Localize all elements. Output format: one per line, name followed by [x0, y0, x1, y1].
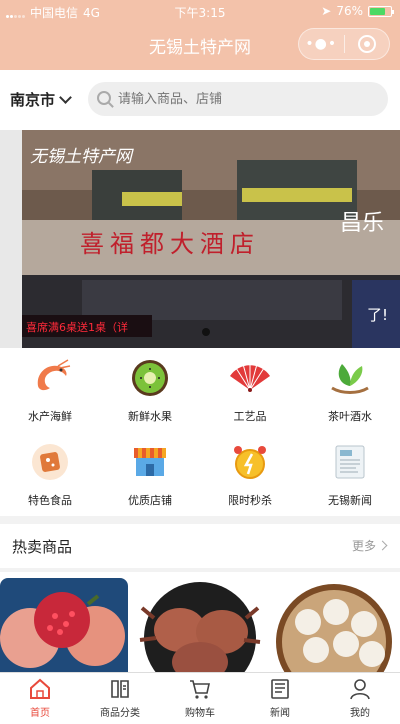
banner-side-text: 了!	[367, 306, 388, 324]
xiaolongbao-image	[272, 578, 400, 672]
chevron-right-icon	[377, 540, 388, 551]
category-item[interactable]: 特色食品	[0, 432, 100, 516]
city-selector[interactable]: 南京市	[10, 89, 72, 110]
category-label: 优质店铺	[128, 494, 172, 507]
close-mini-program-icon[interactable]	[344, 35, 389, 53]
battery-percent: 76%	[336, 4, 363, 18]
location-icon: ➤	[321, 4, 332, 18]
section-title: 热卖商品	[12, 538, 73, 556]
tab-news[interactable]: 新闻	[240, 673, 320, 724]
category-item[interactable]: 优质店铺	[100, 432, 200, 516]
category-grid: 水产海鲜 新鲜水果 工艺品 茶叶酒水 特色食品 优质店铺 限时秒杀 无锡新闻	[0, 348, 400, 516]
kiwi-icon	[132, 360, 168, 396]
category-item[interactable]: 无锡新闻	[300, 432, 400, 516]
news-icon	[335, 445, 365, 479]
category-label: 水产海鲜	[28, 410, 72, 423]
category-item[interactable]: 水产海鲜	[0, 348, 100, 432]
banner-side-text-2: 昌乐	[340, 211, 384, 236]
chevron-down-icon	[59, 90, 72, 104]
category-label: 限时秒杀	[228, 494, 272, 507]
hotel-sign-text: 喜福都大酒店	[80, 230, 260, 258]
product-card[interactable]	[272, 578, 400, 672]
bottom-tab-bar: 首页 商品分类 购物车 新闻 我的	[0, 672, 400, 724]
tab-label: 商品分类	[100, 708, 140, 719]
cart-icon	[190, 680, 210, 699]
category-label: 工艺品	[233, 410, 267, 423]
home-icon	[30, 678, 50, 699]
category-label: 新鲜水果	[128, 410, 172, 423]
product-card[interactable]	[0, 578, 128, 672]
more-label: 更多	[351, 539, 376, 553]
battery-icon	[368, 5, 394, 17]
tab-category[interactable]: 商品分类	[80, 673, 160, 724]
banner-image: 无锡土特产网 喜福都大酒店 喜席满6桌送1桌（详 了! 昌乐	[22, 130, 400, 348]
search-bar: 南京市	[0, 70, 400, 130]
tab-cart[interactable]: 购物车	[160, 673, 240, 724]
shrimp-icon	[37, 359, 71, 391]
tab-label: 我的	[350, 708, 370, 719]
led-text: 喜席满6桌送1桌（详	[26, 320, 128, 334]
category-icon	[111, 680, 129, 698]
hairy-crab-image	[136, 578, 264, 672]
tab-mine[interactable]: 我的	[320, 673, 400, 724]
pomegranate-image	[0, 578, 128, 672]
category-item[interactable]: 新鲜水果	[100, 348, 200, 432]
banner-carousel[interactable]: 无锡土特产网 喜福都大酒店 喜席满6桌送1桌（详 了! 昌乐	[0, 130, 400, 348]
snack-icon	[32, 444, 68, 480]
hot-products-header: 热卖商品 更多	[0, 524, 400, 568]
product-card[interactable]	[136, 578, 264, 672]
tea-leaf-icon	[331, 364, 369, 394]
news-icon	[271, 679, 289, 699]
tab-home[interactable]: 首页	[0, 673, 80, 724]
status-bar: 中国电信 4G 下午3:15 ➤ 76%	[0, 0, 400, 24]
more-link[interactable]: 更多	[351, 537, 388, 554]
header-bar: 中国电信 4G 下午3:15 ➤ 76% 无锡土特产网 •●•	[0, 0, 400, 70]
tab-label: 新闻	[270, 708, 290, 719]
tab-label: 首页	[30, 708, 50, 719]
hot-products-list	[0, 572, 400, 672]
search-icon	[97, 91, 111, 105]
more-menu-icon[interactable]: •●•	[299, 36, 344, 52]
category-item[interactable]: 茶叶酒水	[300, 348, 400, 432]
carousel-indicator[interactable]	[202, 328, 210, 336]
shop-icon	[134, 448, 166, 476]
category-item[interactable]: 限时秒杀	[200, 432, 300, 516]
status-right: ➤ 76%	[321, 4, 394, 18]
fan-icon	[230, 363, 270, 392]
category-label: 茶叶酒水	[328, 410, 372, 423]
city-label: 南京市	[10, 91, 56, 109]
search-input[interactable]	[88, 82, 388, 116]
user-icon	[350, 679, 370, 700]
category-item[interactable]: 工艺品	[200, 348, 300, 432]
category-label: 特色食品	[28, 494, 72, 507]
alarm-clock-icon	[234, 446, 266, 479]
mini-program-capsule: •●•	[298, 28, 390, 60]
tab-label: 购物车	[185, 708, 215, 719]
banner-sign-text: 无锡土特产网	[30, 147, 134, 167]
category-label: 无锡新闻	[328, 494, 372, 507]
